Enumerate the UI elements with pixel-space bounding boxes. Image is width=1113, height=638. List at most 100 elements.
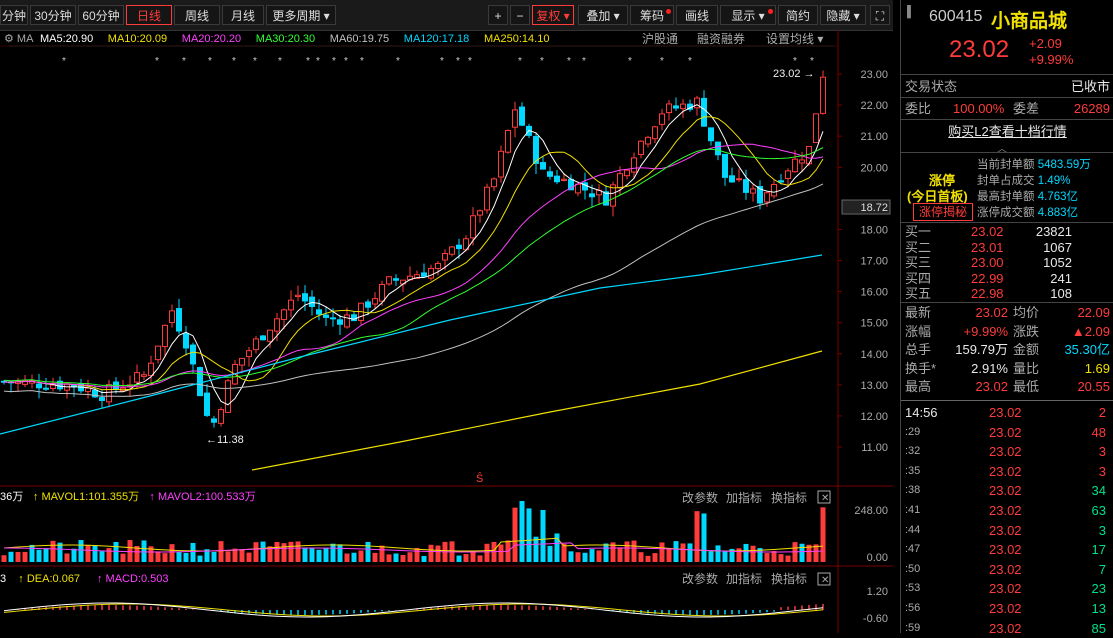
vol-btn-0[interactable]: 改参数 <box>682 490 718 505</box>
quote-panel: ▌ 600415 小商品城 23.02 +2.09 +9.99% 交易状态 已收… <box>900 0 1113 636</box>
event-marker-icon[interactable]: * <box>582 56 586 67</box>
zoom-in-button[interactable]: + <box>488 5 508 25</box>
tab-daily[interactable]: 日线 <box>126 5 172 25</box>
tab-more-periods[interactable]: 更多周期 ▾ <box>266 5 336 25</box>
tab-60min[interactable]: 60分钟 <box>78 5 124 25</box>
event-marker-icon[interactable]: * <box>440 56 444 67</box>
volume-bar <box>92 546 98 562</box>
volume-bar <box>162 553 168 562</box>
adjust-button[interactable]: 复权 ▾ <box>532 5 574 25</box>
tick-time: :56 <box>905 602 921 614</box>
panel-arrow-icon[interactable]: ▌ <box>907 6 915 18</box>
macd-btn-1[interactable]: 加指标 <box>726 571 762 586</box>
event-marker-icon[interactable]: * <box>155 56 159 67</box>
order-level-label: 买三 <box>905 255 932 270</box>
price-tick-label: 21.00 <box>860 131 888 143</box>
limit-up-reveal-button[interactable]: 涨停揭秘 <box>913 203 973 221</box>
stat-value: 1.69 <box>1084 360 1110 376</box>
tab-30min[interactable]: 30分钟 <box>30 5 76 25</box>
simple-button[interactable]: 简约 <box>778 5 818 25</box>
volume-bar <box>715 545 721 562</box>
candle <box>134 372 140 383</box>
stat-label: 最低 <box>1013 379 1040 394</box>
chips-label: 筹码 <box>639 9 664 23</box>
candle <box>631 157 637 173</box>
volume-bar <box>771 551 777 562</box>
ma-link-2[interactable]: 设置均线 ▾ <box>766 32 823 46</box>
event-marker-icon[interactable]: * <box>518 56 522 67</box>
chips-button[interactable]: 筹码 <box>630 5 674 25</box>
hide-button[interactable]: 隐藏 ▾ <box>820 5 866 25</box>
mavol1-line <box>3 537 824 552</box>
candle <box>393 278 399 281</box>
event-marker-icon[interactable]: * <box>396 56 400 67</box>
vol-btn-2[interactable]: 换指标 <box>771 490 807 505</box>
stats-row: 最高 23.02 最低 20.55 <box>901 378 1113 396</box>
volume-bar <box>540 510 546 562</box>
macd-btn-2[interactable]: 换指标 <box>771 571 807 586</box>
volume-bar <box>8 551 14 562</box>
price-tick-label: 18.00 <box>860 224 888 236</box>
ma-link-0[interactable]: 沪股通 <box>642 32 678 46</box>
event-marker-icon[interactable]: * <box>306 56 310 67</box>
tick-time: :38 <box>905 484 921 497</box>
s-marker-icon[interactable]: Ŝ <box>476 472 483 485</box>
price-change-pct: +9.99% <box>1029 52 1074 67</box>
display-label: 显示 <box>731 9 756 23</box>
zoom-out-button[interactable]: − <box>510 5 530 25</box>
tab-1min[interactable]: 分钟 <box>0 5 28 25</box>
close-macd-x: ✕ <box>821 575 829 586</box>
candle <box>519 106 525 126</box>
vol-btn-1[interactable]: 加指标 <box>726 490 762 505</box>
event-marker-icon[interactable]: * <box>360 56 364 67</box>
candle <box>484 186 490 211</box>
tab-monthly[interactable]: 月线 <box>222 5 264 25</box>
ma-link-1[interactable]: 融资融券 <box>697 31 745 46</box>
event-marker-icon[interactable]: * <box>182 56 186 67</box>
event-marker-icon[interactable]: * <box>468 56 472 67</box>
event-marker-icon[interactable]: * <box>688 56 692 67</box>
tick-time: :35 <box>905 464 921 477</box>
stat-value: 22.09 <box>1077 305 1110 320</box>
event-marker-icon[interactable]: * <box>344 56 348 67</box>
event-marker-icon[interactable]: * <box>793 56 797 67</box>
event-marker-icon[interactable]: * <box>278 56 282 67</box>
tick-time: :50 <box>905 562 921 575</box>
close-vol-x: ✕ <box>821 493 829 504</box>
volume-bar <box>71 548 77 562</box>
event-marker-icon[interactable]: * <box>232 56 236 67</box>
event-marker-icon[interactable]: * <box>567 56 571 67</box>
ma-legend-item: MA30:20.30 <box>256 33 315 45</box>
volume-bar <box>253 542 259 562</box>
volume-bar <box>197 555 203 562</box>
draw-line-button[interactable]: 画线 <box>676 5 718 25</box>
macd-btn-0[interactable]: 改参数 <box>682 571 718 586</box>
tab-weekly[interactable]: 周线 <box>174 5 220 25</box>
candle <box>316 309 322 315</box>
buy-l2-link[interactable]: 购买L2查看十档行情 <box>901 121 1113 140</box>
vol-legend-item: ↑ MAVOL2:100.533万 <box>149 491 255 503</box>
display-button[interactable]: 显示 ▾ <box>720 5 776 25</box>
event-marker-icon[interactable]: * <box>456 56 460 67</box>
event-marker-icon[interactable]: * <box>208 56 212 67</box>
event-marker-icon[interactable]: * <box>316 56 320 67</box>
notification-dot <box>768 9 773 14</box>
event-marker-icon[interactable]: * <box>660 56 664 67</box>
event-marker-icon[interactable]: * <box>540 56 544 67</box>
candle <box>729 175 735 183</box>
event-marker-icon[interactable]: * <box>62 56 66 67</box>
candle <box>449 246 455 255</box>
event-marker-icon[interactable]: * <box>253 56 257 67</box>
candle <box>344 314 350 328</box>
ma-settings-label[interactable]: ⚙ MA <box>4 33 34 45</box>
tick-row: :59 23.02 85 <box>901 619 1113 638</box>
volume-bar <box>673 541 679 562</box>
fullscreen-icon[interactable]: ⛶ <box>870 5 890 25</box>
order-level-label: 买一 <box>905 224 932 239</box>
overlay-button[interactable]: 叠加 ▾ <box>578 5 628 25</box>
kline-chart[interactable]: ⚙ MA MA5:20.90 MA10:20.09 MA20:20.20 MA30:20… <box>0 30 893 633</box>
event-marker-icon[interactable]: * <box>332 56 336 67</box>
weibi-value: 100.00% <box>953 101 1005 116</box>
event-marker-icon[interactable]: * <box>628 56 632 67</box>
event-marker-icon[interactable]: * <box>810 56 814 67</box>
